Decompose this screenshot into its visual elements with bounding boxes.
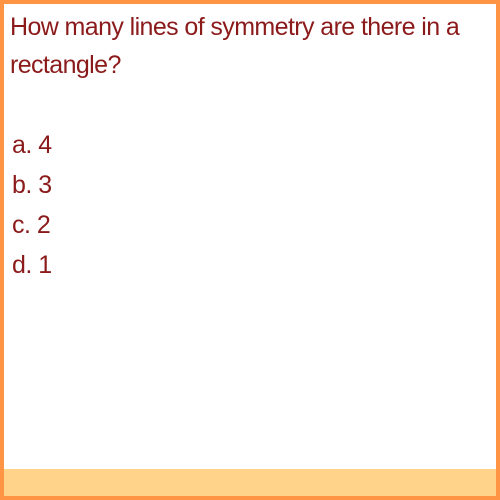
option-d[interactable]: d. 1 [12, 245, 52, 285]
option-a[interactable]: a. 4 [12, 125, 52, 165]
answer-options: a. 4 b. 3 c. 2 d. 1 [12, 125, 52, 285]
option-c[interactable]: c. 2 [12, 205, 52, 245]
footer-bar [4, 469, 496, 496]
quiz-card: How many lines of symmetry are there in … [0, 0, 500, 500]
question-text: How many lines of symmetry are there in … [10, 13, 460, 79]
option-b[interactable]: b. 3 [12, 165, 52, 205]
